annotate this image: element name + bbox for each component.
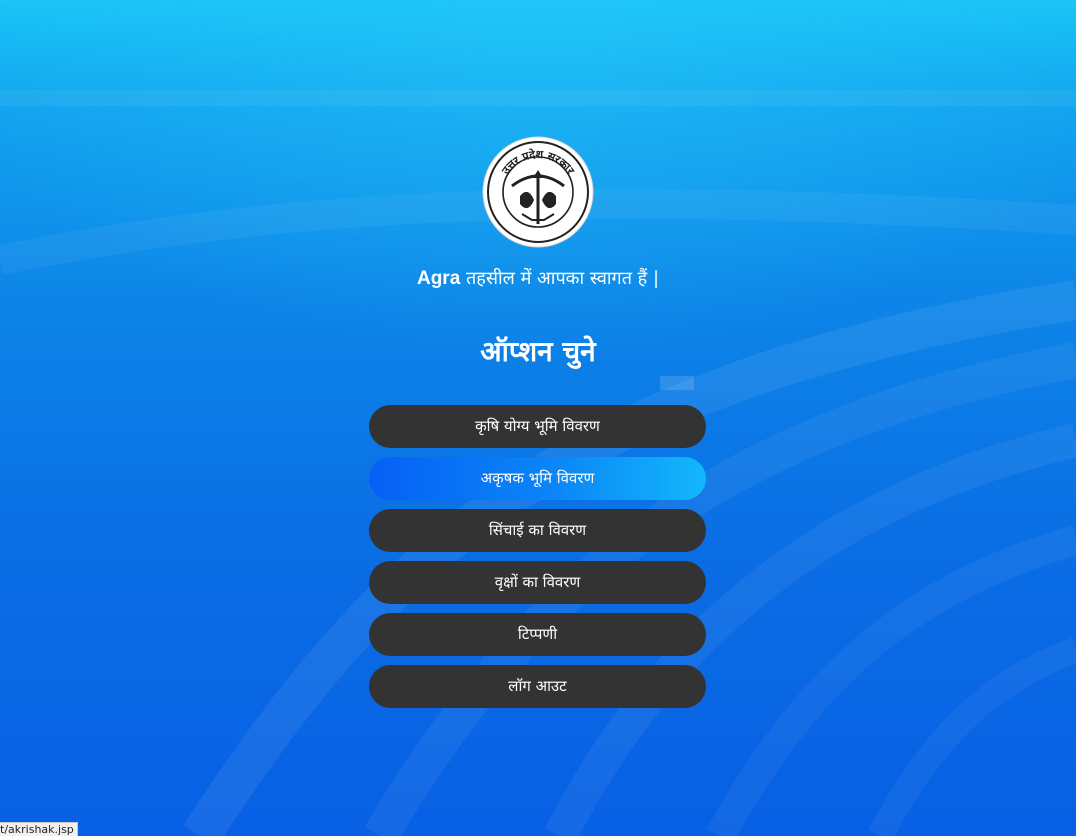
menu-button-agricultural-land[interactable]: कृषि योग्य भूमि विवरण <box>369 405 706 448</box>
menu-button-trees[interactable]: वृक्षों का विवरण <box>369 561 706 604</box>
welcome-text: तहसील में आपका स्वागत हैं | <box>466 268 660 289</box>
options-menu: कृषि योग्य भूमि विवरण अकृषक भूमि विवरण स… <box>369 405 706 717</box>
up-government-emblem-icon: उत्तर प्रदेश सरकार <box>482 136 594 248</box>
menu-button-irrigation[interactable]: सिंचाई का विवरण <box>369 509 706 552</box>
menu-button-non-agricultural-land[interactable]: अकृषक भूमि विवरण <box>369 457 706 500</box>
menu-button-remarks[interactable]: टिप्पणी <box>369 613 706 656</box>
menu-button-logout[interactable]: लॉग आउट <box>369 665 706 708</box>
status-bar-url: t/akrishak.jsp <box>0 822 78 836</box>
welcome-message: Agra तहसील में आपका स्वागत हैं | <box>0 266 1076 292</box>
main-container: उत्तर प्रदेश सरकार Agra तहसील में आपका स… <box>0 0 1076 836</box>
tehsil-name: Agra <box>416 268 461 289</box>
page-title: ऑप्शन चुने <box>480 335 596 368</box>
